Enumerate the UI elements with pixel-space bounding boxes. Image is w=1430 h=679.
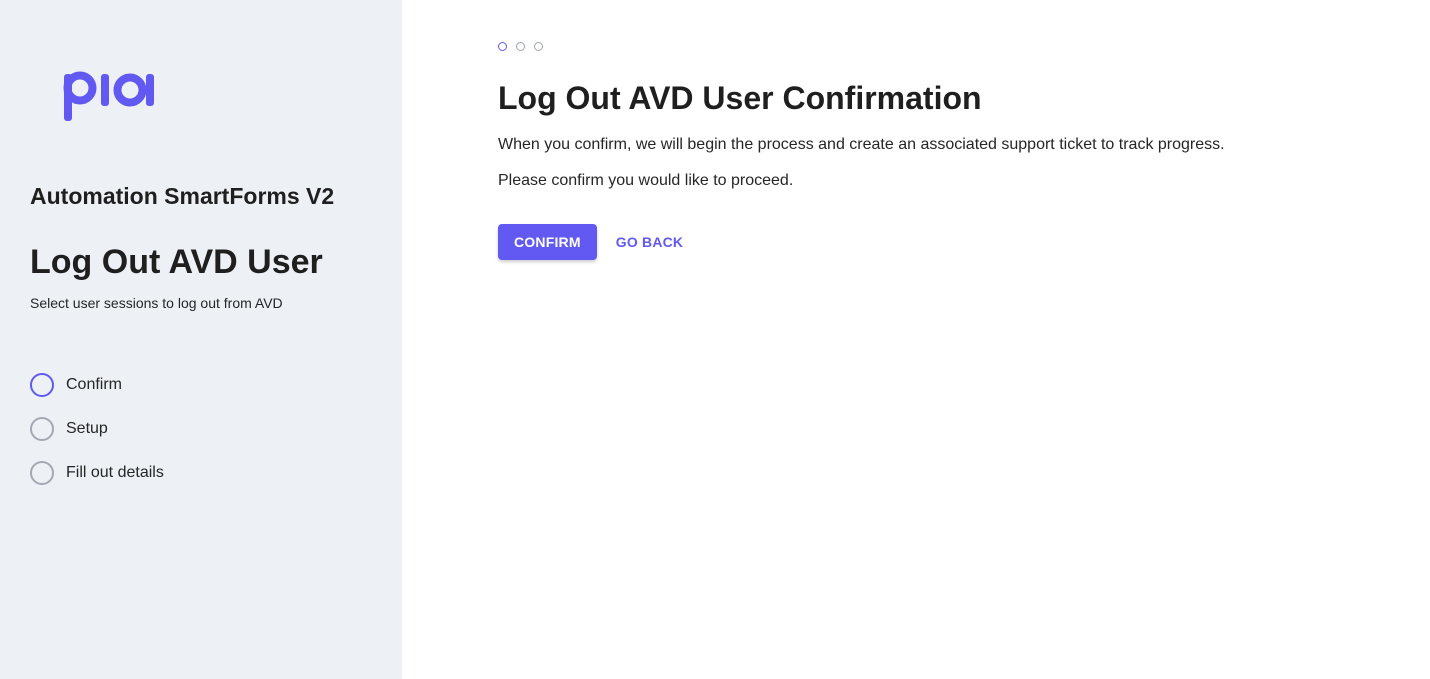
step-label: Setup <box>66 420 108 437</box>
step-circle-icon <box>30 373 54 397</box>
confirm-button[interactable]: CONFIRM <box>498 224 597 260</box>
sidebar: Automation SmartForms V2 Log Out AVD Use… <box>0 0 402 679</box>
progress-dot-2 <box>516 42 525 51</box>
go-back-button[interactable]: GO BACK <box>605 224 695 260</box>
page-title: Log Out AVD User Confirmation <box>498 80 982 116</box>
step-circle-icon <box>30 461 54 485</box>
step-circle-icon <box>30 417 54 441</box>
page-description: When you confirm, we will begin the proc… <box>498 136 1225 153</box>
flow-subtitle: Select user sessions to log out from AVD <box>30 295 283 311</box>
pia-logo-mark <box>63 71 154 121</box>
step-fill-out-details[interactable]: Fill out details <box>30 451 164 495</box>
step-label: Fill out details <box>66 464 164 481</box>
flow-title: Log Out AVD User <box>30 243 323 281</box>
confirm-prompt: Please confirm you would like to proceed… <box>498 172 794 189</box>
step-setup[interactable]: Setup <box>30 407 164 451</box>
step-label: Confirm <box>66 376 123 393</box>
app-title: Automation SmartForms V2 <box>30 183 335 209</box>
app-root: Automation SmartForms V2 Log Out AVD Use… <box>0 0 1430 679</box>
progress-dot-1 <box>498 42 507 51</box>
pia-logo <box>62 68 158 122</box>
progress-indicator <box>498 42 552 51</box>
progress-dot-3 <box>534 42 543 51</box>
action-bar: CONFIRM GO BACK <box>498 224 694 260</box>
main-panel: Log Out AVD User Confirmation When you c… <box>402 0 1430 679</box>
step-confirm[interactable]: Confirm <box>30 363 164 407</box>
step-list: Confirm Setup Fill out details <box>30 363 164 495</box>
